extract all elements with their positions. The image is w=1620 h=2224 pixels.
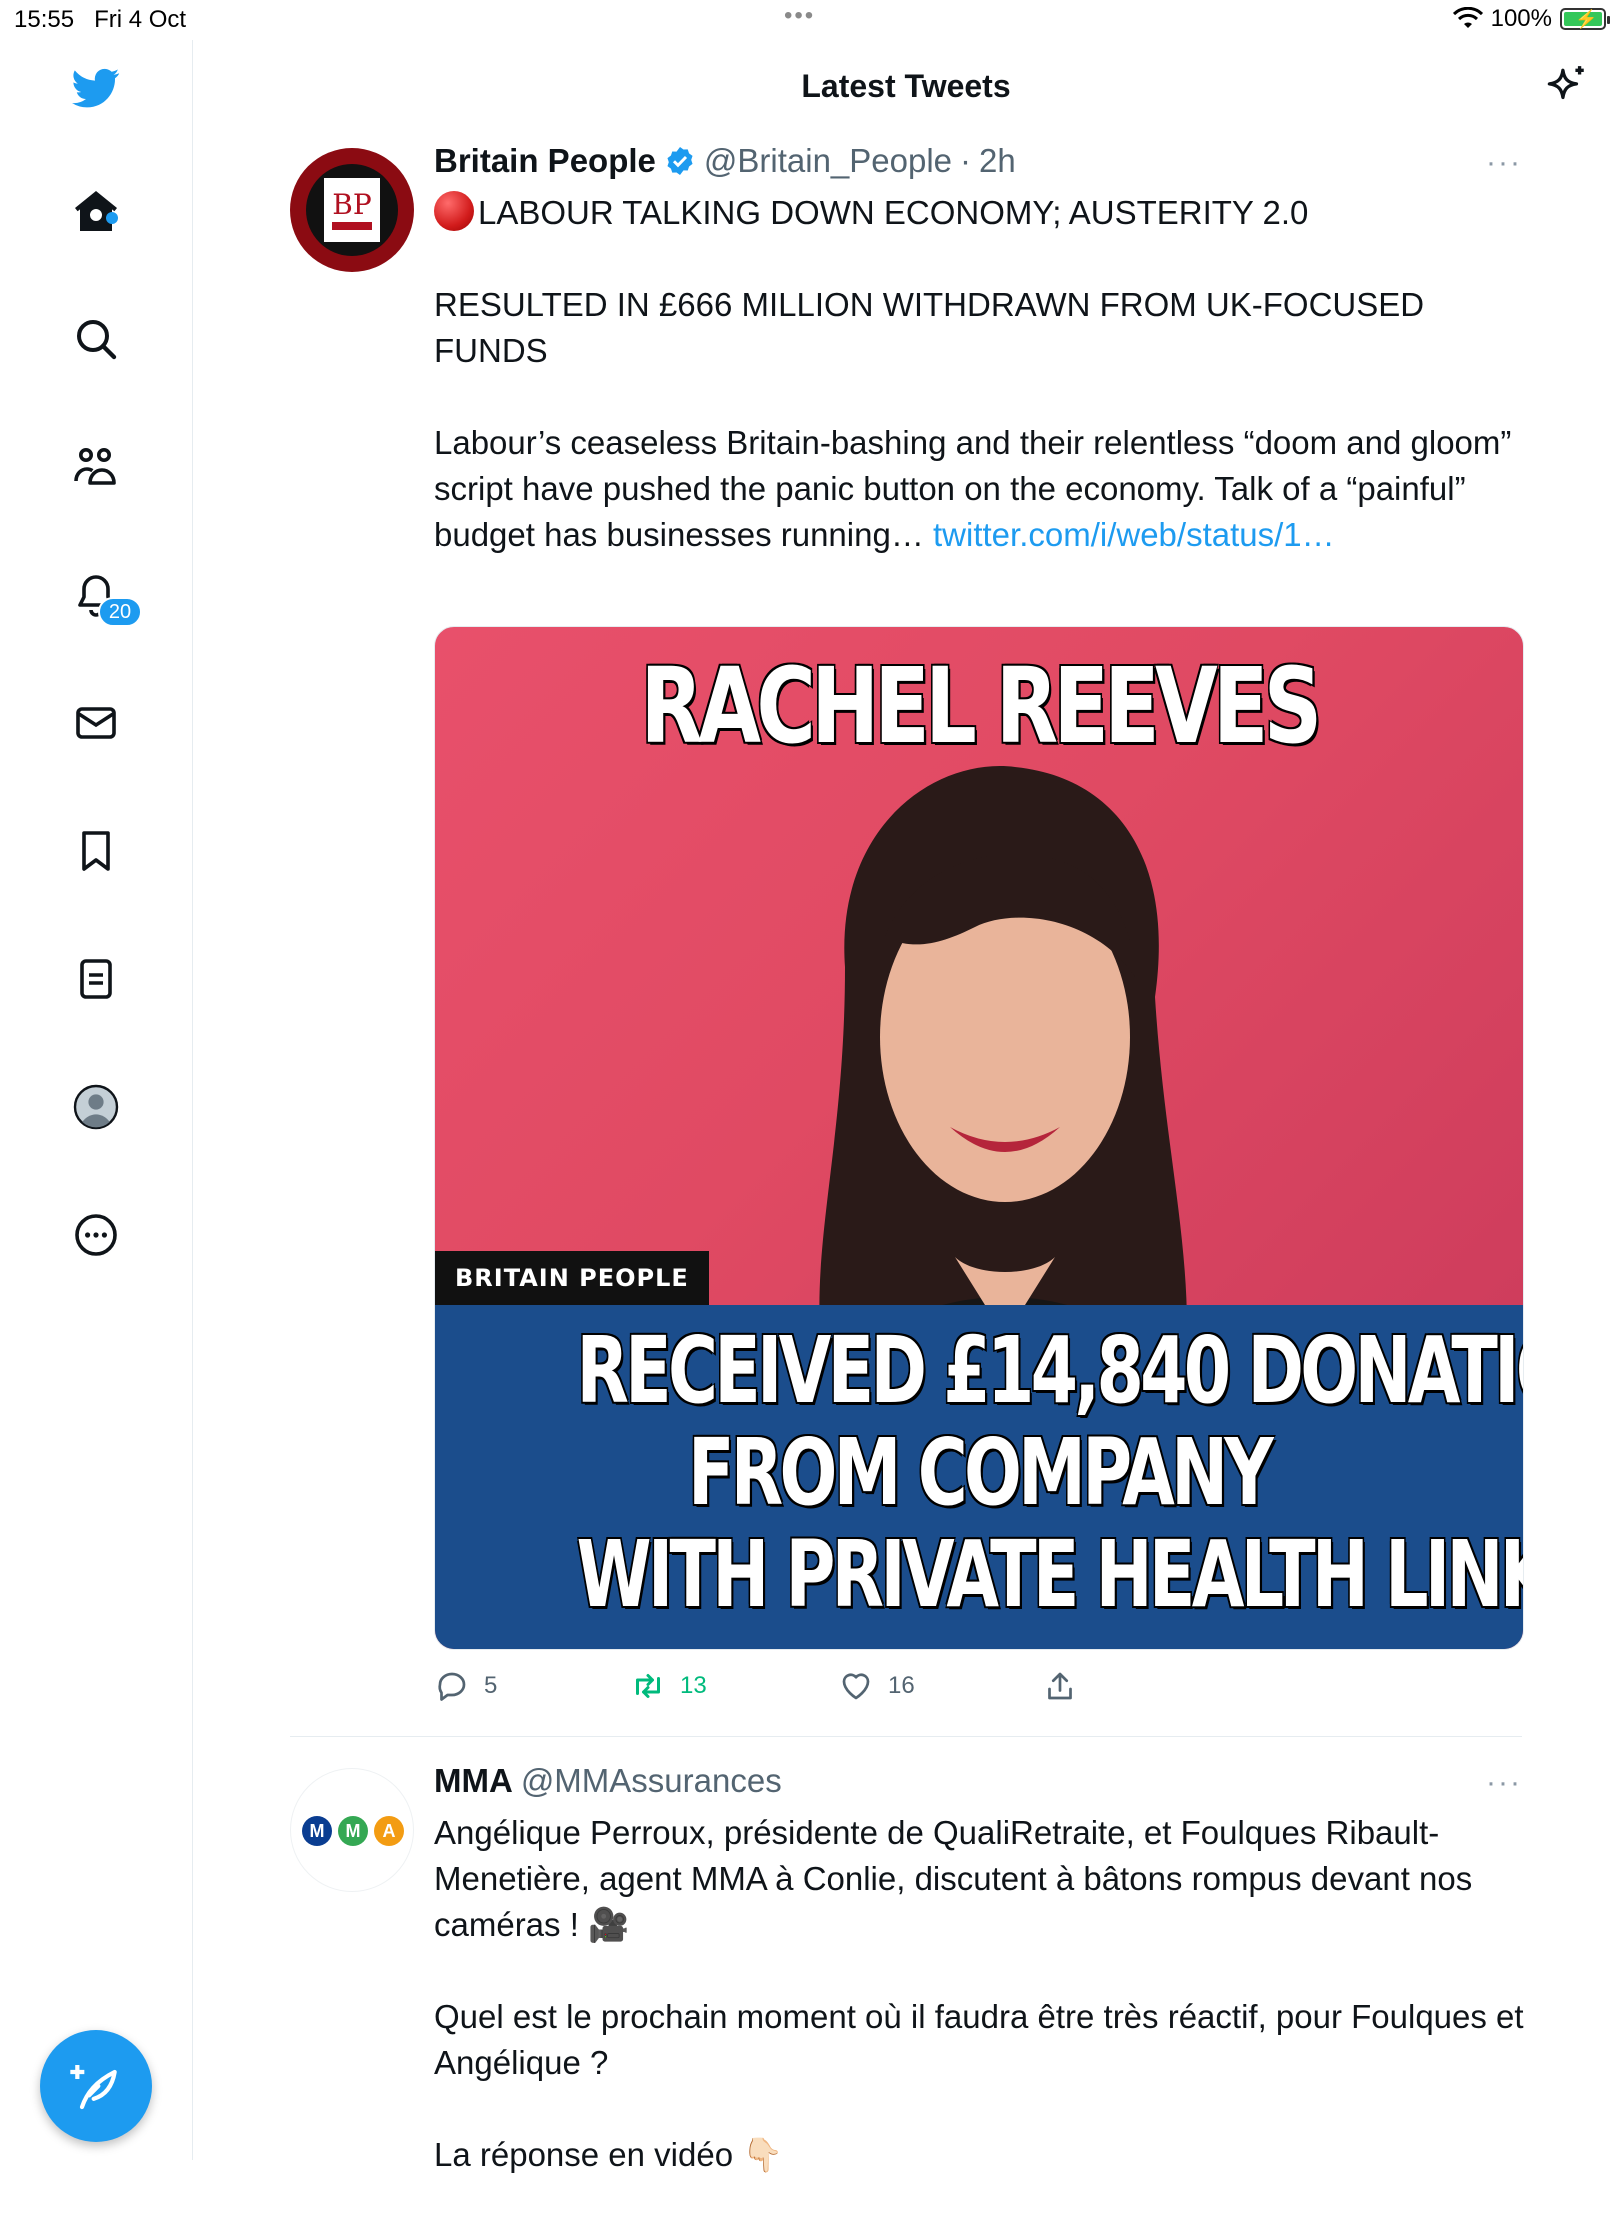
tweet-paragraph: Quel est le prochain moment où il faudra… (434, 1998, 1524, 2081)
tweet-actions: 5 13 16 (434, 1668, 1234, 1708)
header-separator: · (960, 142, 972, 179)
communities-icon[interactable] (68, 439, 124, 495)
tweet-paragraph: Angélique Perroux, présidente de QualiRe… (434, 1814, 1473, 1943)
wifi-icon (1452, 7, 1483, 28)
sparkle-icon[interactable] (1540, 62, 1590, 112)
home-icon[interactable] (68, 183, 124, 239)
image-title: RACHEL REEVES (640, 645, 1322, 767)
image-caption-line: WITH PRIVATE HEALTH LINKS (576, 1521, 1524, 1628)
author-handle[interactable]: @Britain_People (704, 142, 952, 180)
like-button[interactable]: 16 (838, 1668, 915, 1704)
messages-icon[interactable] (68, 695, 124, 751)
tweet-divider (290, 1736, 1522, 1737)
tweet-link[interactable]: twitter.com/i/web/status/1… (933, 516, 1335, 553)
image-caption-line: RECEIVED £14,840 DONATION (576, 1317, 1524, 1424)
author-name[interactable]: Britain People (434, 142, 656, 180)
retweet-button[interactable]: 13 (630, 1668, 707, 1704)
tweet-more-button[interactable]: ··· (1486, 146, 1522, 180)
verified-badge-icon (667, 147, 693, 175)
avatar[interactable]: M M A (290, 1768, 414, 1892)
tweet-time[interactable]: 2h (979, 142, 1016, 180)
share-button[interactable] (1042, 1668, 1078, 1704)
twitter-bird-icon[interactable] (68, 60, 124, 116)
tweet-paragraph: La réponse en vidéo 👇🏻 (434, 2136, 784, 2173)
mma-logo-letter: M (302, 1816, 332, 1846)
tweet-header: Britain People @Britain_People · 2h (434, 142, 1016, 180)
battery-percent: 100% (1490, 5, 1552, 32)
share-icon (1048, 1672, 1072, 1700)
search-icon[interactable] (68, 311, 124, 367)
status-time: 15:55 Fri 4 Oct (14, 6, 187, 33)
tweet-image[interactable]: RACHEL REEVES BRITAIN PEOPLE RECEIVED £1… (434, 626, 1524, 1650)
multitasking-dots[interactable]: ••• (784, 2, 815, 30)
battery-icon: ⚡ (1560, 8, 1610, 30)
reply-icon (438, 1672, 466, 1701)
lists-icon[interactable] (68, 951, 124, 1007)
status-right: 100% ⚡ (1452, 5, 1610, 33)
reply-button[interactable]: 5 (434, 1668, 497, 1704)
heart-icon (842, 1673, 870, 1700)
tweet-text: Angélique Perroux, présidente de QualiRe… (434, 1810, 1524, 2224)
retweet-count: 13 (680, 1672, 707, 1699)
tweet-more-button[interactable]: ··· (1486, 1766, 1522, 1800)
mma-logo-letter: A (374, 1816, 404, 1846)
compose-tweet-button[interactable] (40, 2030, 152, 2142)
sidebar: 20 (0, 40, 193, 2160)
red-circle-emoji (434, 191, 474, 231)
tweet-headline: LABOUR TALKING DOWN ECONOMY; AUSTERITY 2… (478, 194, 1309, 231)
notifications-badge: 20 (98, 597, 142, 627)
image-brand-tag: BRITAIN PEOPLE (435, 1251, 709, 1305)
status-bar: 15:55 Fri 4 Oct ••• 100% ⚡ (0, 0, 1620, 40)
home-unread-dot (106, 212, 118, 224)
retweet-icon (636, 1674, 660, 1698)
reply-count: 5 (484, 1672, 498, 1699)
tweet-header: MMA @MMAssurances (434, 1762, 782, 1800)
tweet-text: LABOUR TALKING DOWN ECONOMY; AUSTERITY 2… (434, 190, 1524, 558)
author-name[interactable]: MMA (434, 1762, 513, 1800)
compose-tweet-icon (70, 2065, 117, 2110)
more-icon[interactable] (68, 1207, 124, 1263)
author-handle[interactable]: @MMAssurances (521, 1762, 782, 1800)
like-count: 16 (888, 1672, 915, 1699)
tweet-paragraph: RESULTED IN £666 MILLION WITHDRAWN FROM … (434, 286, 1425, 369)
profile-icon[interactable] (68, 1079, 124, 1135)
mma-logo-letter: M (338, 1816, 368, 1846)
avatar[interactable]: BP (290, 148, 414, 272)
status-date: Fri 4 Oct (94, 6, 187, 33)
avatar-logo-text: BP (332, 188, 372, 221)
bookmarks-icon[interactable] (68, 823, 124, 879)
page-title: Latest Tweets (801, 68, 1011, 104)
image-caption-line: FROM COMPANY (687, 1419, 1274, 1526)
